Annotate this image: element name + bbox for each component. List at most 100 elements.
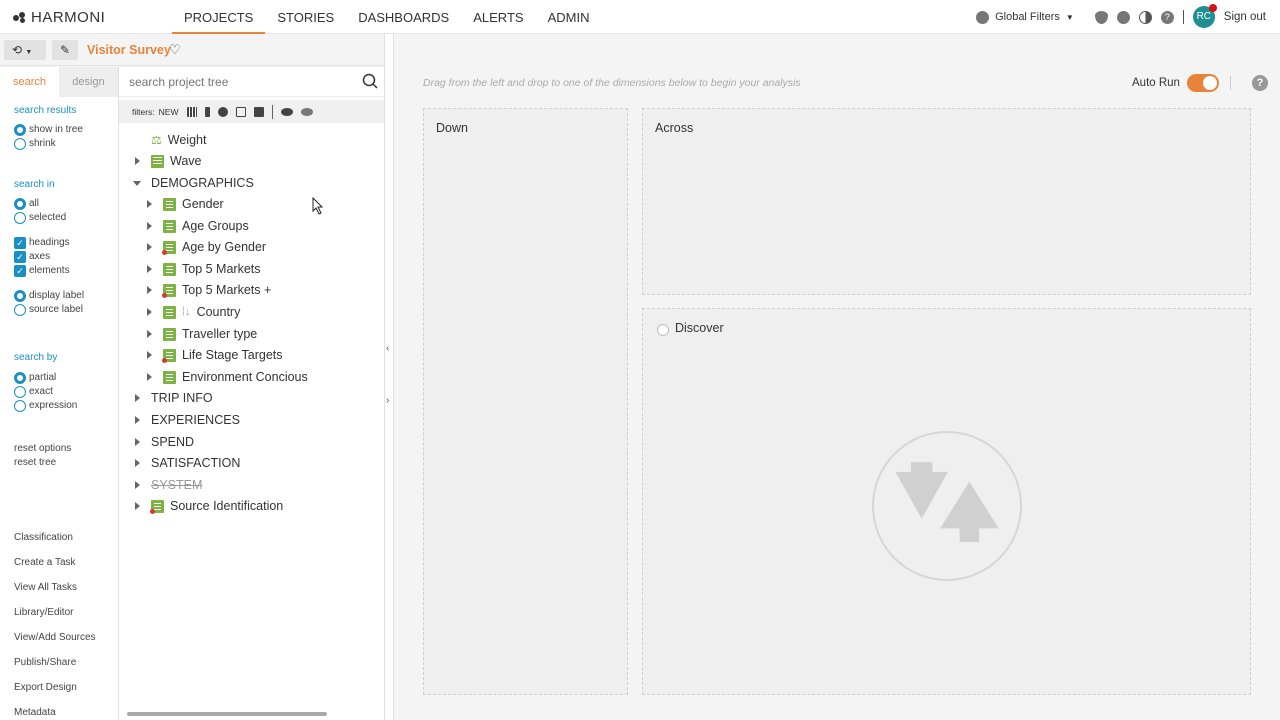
expand-icon[interactable] <box>145 242 155 252</box>
tree-node-satisfaction[interactable]: SATISFACTION <box>133 453 240 473</box>
radio-exact[interactable]: exact <box>14 385 77 398</box>
help-icon[interactable]: ? <box>1252 75 1268 91</box>
tab-design[interactable]: design <box>59 67 118 97</box>
filter-new[interactable]: NEW <box>159 107 179 117</box>
sort-filter-icon[interactable] <box>235 106 246 117</box>
expand-icon[interactable] <box>133 480 143 490</box>
tree-node-gender[interactable]: Gender <box>145 194 224 214</box>
tree-node-spend[interactable]: SPEND <box>133 432 194 452</box>
left-tabs: search design <box>0 67 118 97</box>
expand-icon[interactable] <box>145 199 155 209</box>
radio-label: shrink <box>29 138 56 149</box>
reset-tree-link[interactable]: reset tree <box>14 457 71 468</box>
global-filters-dropdown[interactable]: Global Filters ▼ <box>976 10 1074 24</box>
expand-icon[interactable] <box>145 329 155 339</box>
horizontal-scrollbar[interactable] <box>127 712 327 716</box>
harmoni-logo[interactable]: HARMONI <box>13 9 105 26</box>
tree-node-trip-info[interactable]: TRIP INFO <box>133 388 213 408</box>
link-view-all-tasks[interactable]: View All Tasks <box>14 575 96 600</box>
dropzone-down[interactable]: Down <box>423 108 628 695</box>
tree-node-label: SATISFACTION <box>151 456 241 470</box>
history-button[interactable]: ⟲ ▼ <box>4 40 46 60</box>
tree-node-life-stage-targets[interactable]: Life Stage Targets <box>145 345 283 365</box>
expand-icon[interactable] <box>145 372 155 382</box>
eye-icon[interactable] <box>280 107 293 116</box>
expand-icon[interactable] <box>133 156 143 166</box>
nav-projects[interactable]: PROJECTS <box>172 0 266 34</box>
brain-icon[interactable] <box>1116 10 1130 24</box>
expand-icon[interactable] <box>145 264 155 274</box>
radio-label: show in tree <box>29 124 83 135</box>
expand-icon[interactable] <box>133 393 143 403</box>
tab-search[interactable]: search <box>0 67 59 97</box>
tree-node-traveller-type[interactable]: Traveller type <box>145 324 257 344</box>
eye-off-icon[interactable] <box>300 107 313 116</box>
tree-node-top-5-markets-plus[interactable]: Top 5 Markets + <box>145 280 271 300</box>
expand-icon[interactable] <box>133 458 143 468</box>
column-filter-icon[interactable] <box>204 106 210 117</box>
radio-partial[interactable]: partial <box>14 371 77 384</box>
tree-node-demographics[interactable]: DEMOGRAPHICS <box>133 173 254 193</box>
help-icon[interactable]: ? <box>1160 10 1174 24</box>
grid-filter-icon[interactable] <box>186 106 197 117</box>
expand-icon[interactable] <box>145 221 155 231</box>
link-create-task[interactable]: Create a Task <box>14 550 96 575</box>
nav-stories[interactable]: STORIES <box>265 0 346 34</box>
radio-shrink[interactable]: shrink <box>14 137 83 150</box>
tree-node-wave[interactable]: Wave <box>133 151 202 171</box>
tree-node-age-by-gender[interactable]: Age by Gender <box>145 237 266 257</box>
dropzone-across[interactable]: Across <box>642 108 1251 295</box>
checkbox-headings[interactable]: ✓ headings <box>14 236 84 249</box>
link-publish-share[interactable]: Publish/Share <box>14 650 96 675</box>
expand-icon[interactable] <box>133 437 143 447</box>
collapse-icon[interactable] <box>133 178 143 188</box>
expand-icon[interactable] <box>145 307 155 317</box>
checkbox-axes[interactable]: ✓ axes <box>14 250 84 263</box>
radio-display-label[interactable]: display label <box>14 289 84 302</box>
link-export-design[interactable]: Export Design <box>14 675 96 700</box>
radio-icon <box>14 197 26 210</box>
reset-options-link[interactable]: reset options <box>14 443 71 454</box>
link-classification[interactable]: Classification <box>14 525 96 550</box>
expand-icon[interactable] <box>145 285 155 295</box>
tree-node-country[interactable]: ⁞↓ Country <box>145 302 240 322</box>
dropzone-discover[interactable]: Discover <box>642 308 1251 695</box>
link-view-add-sources[interactable]: View/Add Sources <box>14 625 96 650</box>
nav-dashboards[interactable]: DASHBOARDS <box>346 0 461 34</box>
expand-right-icon[interactable]: › <box>386 395 389 406</box>
link-metadata[interactable]: Metadata <box>14 700 96 720</box>
expand-icon[interactable] <box>133 415 143 425</box>
tree-node-system[interactable]: SYSTEM <box>133 475 202 495</box>
tree-node-age-groups[interactable]: Age Groups <box>145 216 249 236</box>
folder-filter-icon[interactable] <box>253 106 264 117</box>
sign-out-link[interactable]: Sign out <box>1224 11 1266 23</box>
tree-node-weight[interactable]: ⚖ Weight <box>151 130 206 150</box>
search-icon[interactable] <box>362 73 378 89</box>
avatar[interactable]: RC <box>1192 4 1217 28</box>
nav-alerts[interactable]: ALERTS <box>461 0 535 34</box>
heart-icon[interactable]: ♡ <box>169 42 181 58</box>
check-icon: ✓ <box>14 236 26 249</box>
tree-node-source-identification[interactable]: Source Identification <box>133 496 283 516</box>
expand-icon[interactable] <box>133 501 143 511</box>
panel-splitter[interactable]: ‹ › <box>384 34 394 720</box>
contrast-icon[interactable] <box>1138 10 1152 24</box>
radio-expression[interactable]: expression <box>14 399 77 412</box>
eye-icon[interactable] <box>1094 10 1108 24</box>
nav-admin[interactable]: ADMIN <box>536 0 602 34</box>
radio-show-in-tree[interactable]: show in tree <box>14 123 83 136</box>
expand-icon[interactable] <box>145 350 155 360</box>
edit-button[interactable]: ✎ <box>52 40 78 60</box>
checkbox-elements[interactable]: ✓ elements <box>14 264 84 277</box>
collapse-left-icon[interactable]: ‹ <box>386 343 389 354</box>
location-filter-icon[interactable] <box>217 106 228 117</box>
radio-source-label[interactable]: source label <box>14 303 84 316</box>
tree-node-environment-concious[interactable]: Environment Concious <box>145 367 308 387</box>
radio-selected[interactable]: selected <box>14 211 84 224</box>
link-library-editor[interactable]: Library/Editor <box>14 600 96 625</box>
tree-node-top-5-markets[interactable]: Top 5 Markets <box>145 259 261 279</box>
tree-search-input[interactable] <box>129 73 349 91</box>
radio-all[interactable]: all <box>14 197 84 210</box>
auto-run-toggle[interactable] <box>1187 74 1219 92</box>
tree-node-experiences[interactable]: EXPERIENCES <box>133 410 240 430</box>
